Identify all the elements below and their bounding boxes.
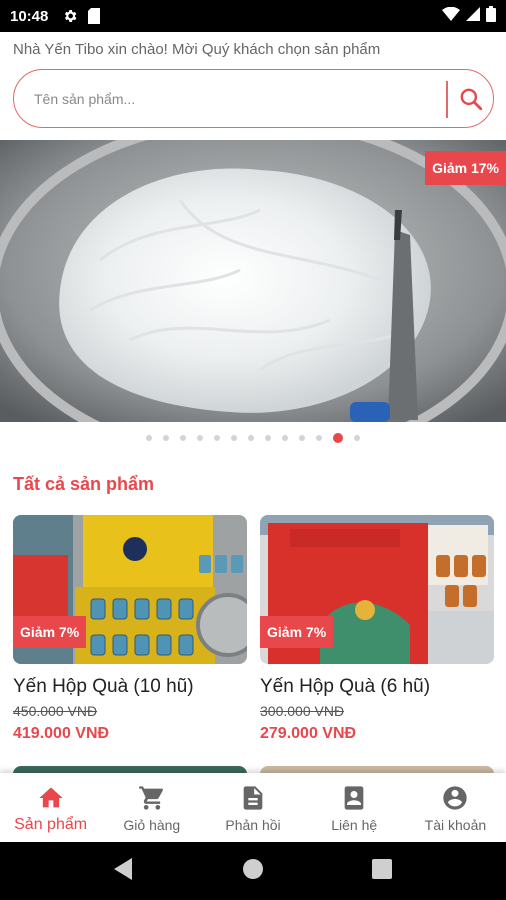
status-time: 10:48 xyxy=(10,7,49,25)
recents-icon[interactable] xyxy=(372,858,392,884)
feedback-icon xyxy=(243,786,263,810)
product-discount-badge: Giảm 7% xyxy=(260,616,334,648)
nav-label: Giỏ hàng xyxy=(123,817,181,833)
product-discount-badge: Giảm 7% xyxy=(13,616,87,648)
banner-discount-badge: Giảm 17% xyxy=(425,151,506,185)
nav-item-cart[interactable]: Giỏ hàng xyxy=(101,773,202,842)
greeting-text: Nhà Yến Tibo xin chào! Mời Quý khách chọ… xyxy=(13,41,381,58)
sd-card-icon xyxy=(88,8,101,24)
carousel-dot[interactable] xyxy=(316,435,322,441)
home-button-icon[interactable] xyxy=(242,858,264,885)
product-price: 279.000 VNĐ xyxy=(260,725,357,742)
account-icon xyxy=(443,786,468,810)
product-name: Yến Hộp Quà (6 hũ) xyxy=(260,676,431,697)
carousel-dot[interactable] xyxy=(146,435,152,441)
cart-icon xyxy=(138,786,163,810)
product-image: Giảm 7% xyxy=(13,515,247,664)
wifi-icon xyxy=(442,6,460,26)
product-old-price: 450.000 VNĐ xyxy=(13,703,98,719)
carousel-dot-active[interactable] xyxy=(333,433,343,443)
search-divider xyxy=(446,81,448,118)
gear-icon xyxy=(62,8,78,24)
nav-item-feedback[interactable]: Phản hồi xyxy=(202,773,303,842)
carousel-dot[interactable] xyxy=(197,435,203,441)
carousel-dot[interactable] xyxy=(248,435,254,441)
carousel-dot[interactable] xyxy=(354,435,360,441)
banner-carousel[interactable]: Giảm 17% xyxy=(0,140,506,422)
carousel-dot[interactable] xyxy=(231,435,237,441)
product-card[interactable]: Giảm 7% Yến Hộp Quà (10 hũ) 450.000 VNĐ … xyxy=(13,515,247,743)
signal-icon xyxy=(466,6,480,26)
product-old-price: 300.000 VNĐ xyxy=(260,703,345,719)
nav-label: Phản hồi xyxy=(225,817,281,833)
nav-label: Sản phẩm xyxy=(14,816,88,833)
nav-label: Liên hệ xyxy=(331,817,378,833)
product-image: Giảm 7% xyxy=(260,515,494,664)
contact-icon xyxy=(344,786,364,810)
nav-item-products[interactable]: Sản phẩm xyxy=(0,773,101,842)
nav-item-account[interactable]: Tài khoản xyxy=(405,773,506,842)
status-bar: 10:48 xyxy=(0,0,506,32)
product-name: Yến Hộp Quà (10 hũ) xyxy=(13,676,194,697)
carousel-dot[interactable] xyxy=(299,435,305,441)
battery-icon xyxy=(486,5,496,27)
back-icon[interactable] xyxy=(114,857,134,885)
carousel-indicators xyxy=(0,433,506,443)
carousel-dot[interactable] xyxy=(214,435,220,441)
carousel-dot[interactable] xyxy=(163,435,169,441)
search-button[interactable] xyxy=(454,82,488,116)
search-input[interactable] xyxy=(34,86,434,112)
carousel-dot[interactable] xyxy=(180,435,186,441)
nav-label: Tài khoản xyxy=(424,817,487,833)
search-icon xyxy=(460,88,483,111)
carousel-dot[interactable] xyxy=(265,435,271,441)
system-navigation-bar xyxy=(0,842,506,900)
bottom-navigation: Sản phẩm Giỏ hàng Phản hồi Liên hệ Tài k… xyxy=(0,773,506,842)
nav-item-contact[interactable]: Liên hệ xyxy=(304,773,405,842)
home-icon xyxy=(38,787,63,808)
carousel-dot[interactable] xyxy=(282,435,288,441)
product-price: 419.000 VNĐ xyxy=(13,725,110,742)
section-title: Tất cả sản phẩm xyxy=(13,474,155,494)
product-card[interactable]: Giảm 7% Yến Hộp Quà (6 hũ) 300.000 VNĐ 2… xyxy=(260,515,494,743)
search-bar[interactable] xyxy=(13,69,494,128)
